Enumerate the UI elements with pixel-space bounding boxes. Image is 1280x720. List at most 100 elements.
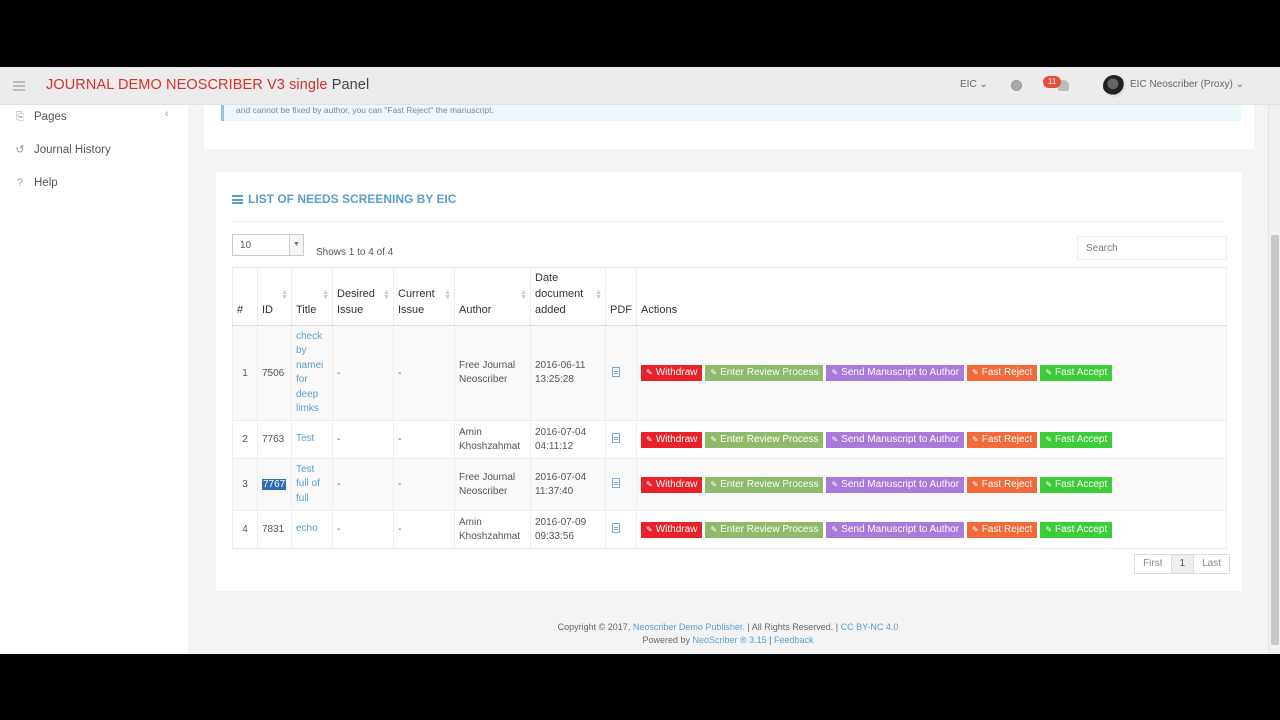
enter-review-button[interactable]: ✎ Enter Review Process bbox=[705, 521, 824, 538]
cell-title-link[interactable]: echo bbox=[291, 510, 333, 549]
fast-reject-button[interactable]: ✎ Fast Reject bbox=[967, 365, 1038, 381]
scrollbar-thumb[interactable] bbox=[1271, 235, 1279, 645]
edit-icon: ✎ bbox=[710, 368, 718, 377]
send-manuscript-button[interactable]: ✎ Send Manuscript to Author bbox=[826, 431, 965, 448]
role-dropdown[interactable]: EIC ⌄ bbox=[960, 79, 988, 90]
sort-icon: ▲ ▼ bbox=[383, 289, 390, 301]
send-manuscript-button[interactable]: ✎ Send Manuscript to Author bbox=[826, 521, 965, 538]
sidebar-item-journal-history[interactable]: ↺ Journal History bbox=[14, 140, 110, 160]
sort-icon: ▲ ▼ bbox=[444, 289, 451, 301]
col-desired-issue[interactable]: Desired Issue ▲ ▼ bbox=[332, 267, 394, 326]
pages-icon: ⎘ bbox=[15, 111, 25, 123]
edit-icon: ✎ bbox=[831, 368, 839, 377]
edit-icon: ✎ bbox=[972, 368, 979, 377]
publisher-link[interactable]: Neoscriber Demo Publisher. bbox=[633, 622, 745, 632]
sidebar-item-label: Help bbox=[34, 177, 58, 189]
cell-num: 3 bbox=[232, 458, 258, 511]
cell-id: 7831 bbox=[257, 510, 292, 549]
sidebar-item-help[interactable]: ? Help bbox=[14, 173, 58, 193]
pdf-icon[interactable] bbox=[612, 523, 620, 533]
pdf-icon[interactable] bbox=[612, 433, 620, 443]
footer-line-2: Powered by NeoScriber ® 3.15 | Feedback bbox=[642, 635, 814, 645]
withdraw-button[interactable]: ✎ Withdraw bbox=[641, 521, 703, 538]
cell-current: - bbox=[393, 420, 455, 459]
neoscriber-link[interactable]: NeoScriber ® 3.15 bbox=[692, 635, 766, 645]
cell-author: Free Journal Neoscriber bbox=[454, 325, 531, 421]
col-num[interactable]: # bbox=[232, 267, 258, 326]
col-author[interactable]: Author ▲ ▼ bbox=[454, 267, 531, 326]
cell-author: Amin Khoshzahmat bbox=[454, 420, 531, 459]
fast-accept-button[interactable]: ✎ Fast Accept bbox=[1040, 365, 1113, 381]
page-length-select[interactable]: 10 ▼ bbox=[232, 234, 304, 256]
cell-pdf bbox=[605, 420, 637, 459]
edit-icon: ✎ bbox=[831, 434, 839, 444]
fast-accept-button[interactable]: ✎ Fast Accept bbox=[1040, 521, 1113, 538]
col-title[interactable]: Title ▲ ▼ bbox=[291, 267, 333, 326]
user-menu[interactable]: EIC Neoscriber (Proxy) ⌄ bbox=[1130, 79, 1244, 90]
help-icon: ? bbox=[16, 177, 24, 189]
chevron-left-icon[interactable]: ‹ bbox=[165, 108, 169, 120]
edit-icon: ✎ bbox=[1045, 434, 1053, 444]
fast-reject-button[interactable]: ✎ Fast Reject bbox=[967, 521, 1038, 538]
cell-id: 7763 bbox=[257, 420, 292, 459]
fast-accept-button[interactable]: ✎ Fast Accept bbox=[1040, 431, 1113, 448]
divider bbox=[232, 221, 1226, 222]
avatar[interactable] bbox=[1103, 75, 1125, 97]
col-actions: Actions bbox=[636, 267, 1227, 326]
cell-num: 1 bbox=[232, 325, 258, 421]
pdf-icon[interactable] bbox=[612, 478, 620, 488]
feedback-link[interactable]: Feedback bbox=[774, 635, 814, 645]
withdraw-button[interactable]: ✎ Withdraw bbox=[641, 365, 703, 381]
edit-icon: ✎ bbox=[972, 434, 979, 444]
enter-review-button[interactable]: ✎ Enter Review Process bbox=[705, 476, 824, 493]
history-icon: ↺ bbox=[15, 144, 25, 156]
search-input[interactable] bbox=[1077, 236, 1227, 260]
edit-icon: ✎ bbox=[831, 524, 839, 534]
last-page-button[interactable]: Last bbox=[1193, 554, 1230, 574]
cell-pdf bbox=[605, 510, 637, 549]
cell-num: 2 bbox=[232, 420, 258, 459]
menu-toggle-icon[interactable] bbox=[13, 81, 25, 91]
fast-accept-button[interactable]: ✎ Fast Accept bbox=[1040, 476, 1113, 493]
sort-icon: ▲ ▼ bbox=[322, 289, 329, 301]
fast-reject-button[interactable]: ✎ Fast Reject bbox=[967, 431, 1038, 448]
brand-title[interactable]: JOURNAL DEMO NEOSCRIBER V3 single Panel bbox=[46, 77, 369, 93]
cell-title-link[interactable]: Test bbox=[291, 420, 333, 459]
col-pdf: PDF bbox=[605, 267, 637, 326]
pdf-icon[interactable] bbox=[612, 366, 620, 377]
cell-title-link[interactable]: check by namei for deep limks bbox=[291, 325, 333, 421]
page-1-button[interactable]: 1 bbox=[1170, 554, 1195, 574]
pagination: First 1 Last bbox=[1134, 554, 1230, 574]
sort-icon: ▲ ▼ bbox=[595, 289, 602, 301]
send-manuscript-button[interactable]: ✎ Send Manuscript to Author bbox=[826, 365, 965, 381]
license-link[interactable]: CC BY-NC 4.0 bbox=[841, 622, 899, 632]
table-header-row: # ID ▲ ▼ Title ▲ ▼ Desired Issue ▲ ▼ Current I… bbox=[232, 267, 1227, 326]
globe-icon[interactable] bbox=[1011, 80, 1022, 91]
table-row: 2 7763 Test - - Amin Khoshzahmat 2016-07… bbox=[232, 420, 1227, 459]
cell-title-link[interactable]: Test full of full bbox=[291, 458, 333, 511]
edit-icon: ✎ bbox=[1045, 524, 1053, 534]
sidebar-item-pages[interactable]: ⎘ Pages bbox=[14, 107, 67, 127]
enter-review-button[interactable]: ✎ Enter Review Process bbox=[705, 431, 824, 448]
edit-icon: ✎ bbox=[1045, 479, 1053, 489]
fast-reject-button[interactable]: ✎ Fast Reject bbox=[967, 476, 1038, 493]
withdraw-button[interactable]: ✎ Withdraw bbox=[641, 431, 703, 448]
send-manuscript-button[interactable]: ✎ Send Manuscript to Author bbox=[826, 476, 965, 493]
notification-badge[interactable]: 11 bbox=[1043, 76, 1061, 88]
enter-review-button[interactable]: ✎ Enter Review Process bbox=[705, 365, 824, 381]
cell-author: Amin Khoshzahmat bbox=[454, 510, 531, 549]
cell-current: - bbox=[393, 325, 455, 421]
scrollbar[interactable] bbox=[1268, 105, 1280, 654]
col-current-issue[interactable]: Current Issue ▲ ▼ bbox=[393, 267, 455, 326]
cell-desired: - bbox=[332, 420, 394, 459]
edit-icon: ✎ bbox=[710, 434, 718, 444]
col-id[interactable]: ID ▲ ▼ bbox=[257, 267, 292, 326]
cell-date: 2016-07-04 11:37:40 bbox=[530, 458, 606, 511]
col-date[interactable]: Date document added ▲ ▼ bbox=[530, 267, 606, 326]
card-title-text: LIST OF NEEDS SCREENING BY EIC bbox=[248, 192, 457, 206]
withdraw-button[interactable]: ✎ Withdraw bbox=[641, 476, 703, 493]
brand-name: JOURNAL DEMO NEOSCRIBER V3 single bbox=[46, 77, 328, 93]
first-page-button[interactable]: First bbox=[1134, 554, 1172, 574]
list-icon bbox=[232, 194, 243, 204]
cell-actions: ✎ Withdraw ✎ Enter Review Process ✎ Send Manu… bbox=[636, 510, 1227, 549]
